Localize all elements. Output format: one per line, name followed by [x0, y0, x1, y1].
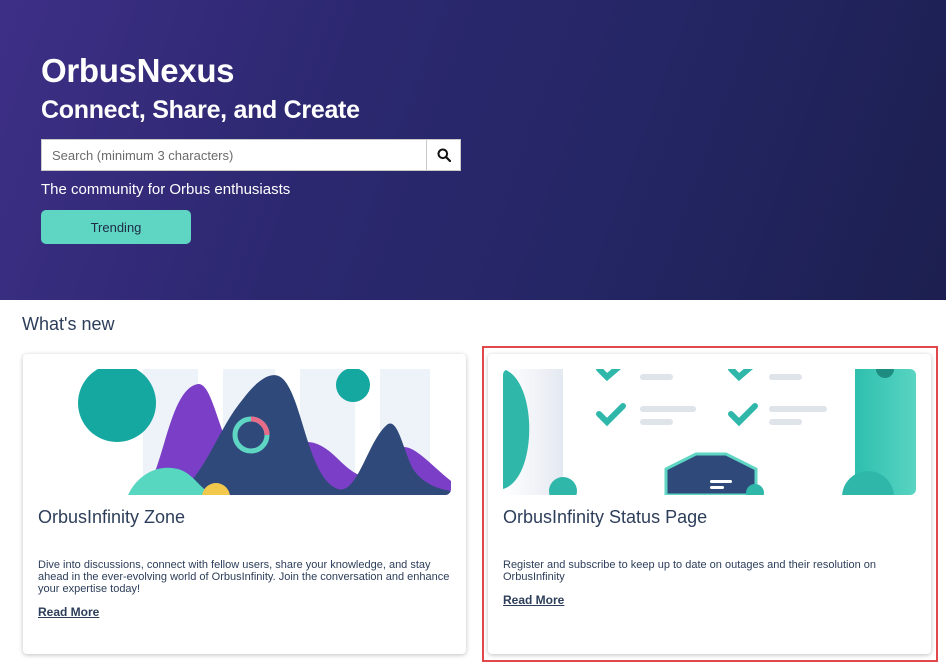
card-title: OrbusInfinity Status Page	[503, 507, 708, 527]
site-subtitle: Connect, Share, and Create	[41, 96, 360, 124]
hero-banner: OrbusNexus Connect, Share, and Create Th…	[0, 0, 946, 300]
card-title: OrbusInfinity Zone	[38, 507, 186, 527]
status-illustration	[503, 369, 916, 495]
search-bar	[41, 139, 461, 171]
search-input[interactable]	[41, 139, 426, 171]
section-title: What's new	[22, 314, 115, 334]
read-more-link[interactable]: Read More	[503, 593, 564, 607]
card-orbusinfinity-status-page[interactable]: OrbusInfinity Status Page Register and s…	[488, 354, 931, 654]
card-illustration	[503, 369, 916, 495]
magnifier-icon	[437, 148, 451, 162]
read-more-link[interactable]: Read More	[38, 605, 99, 619]
trending-button[interactable]: Trending	[41, 210, 191, 244]
card-orbusinfinity-zone[interactable]: OrbusInfinity Zone Dive into discussions…	[23, 354, 466, 654]
card-description: Dive into discussions, connect with fell…	[38, 559, 450, 595]
zone-illustration	[38, 369, 451, 495]
tagline: The community for Orbus enthusiasts	[41, 181, 291, 198]
card-description: Register and subscribe to keep up to dat…	[503, 559, 877, 583]
search-button[interactable]	[426, 139, 461, 171]
site-title: OrbusNexus	[41, 52, 235, 89]
card-illustration	[38, 369, 451, 495]
